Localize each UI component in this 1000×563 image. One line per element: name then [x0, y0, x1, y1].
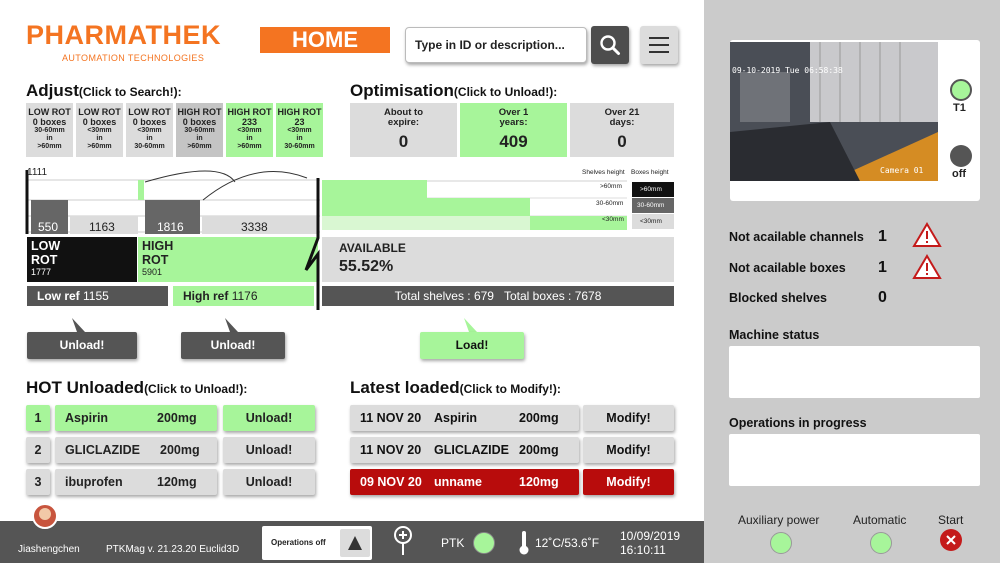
triangle-up-icon — [348, 536, 362, 550]
latest-row-item[interactable]: 11 NOV 20 GLICLAZIDE 200mg — [350, 437, 579, 463]
opt-tile-over-21-days[interactable]: Over 21 days: 0 — [570, 103, 674, 157]
totals-bar: Total shelves : 679 Total boxes : 7678 — [322, 286, 674, 306]
adjust-tile-2[interactable]: LOW ROT 0 boxes <30mm in >60mm — [76, 103, 123, 157]
t1-label: T1 — [953, 102, 966, 114]
low-rot-panel: LOW ROT 1777 — [27, 237, 137, 282]
camera-feed[interactable]: 09-10-2019 Tue 06:58:38 Camera 01 — [730, 42, 938, 181]
not-available-channels-label: Not acailable channels — [729, 230, 864, 244]
camera-name: Camera 01 — [880, 166, 924, 175]
modify-row-button[interactable]: Modify! — [583, 469, 674, 495]
box-height-over60: >60mm — [632, 182, 674, 197]
thermometer-icon — [519, 531, 529, 555]
camera-image — [730, 42, 938, 181]
high-ref-bar: High ref 1176 — [173, 286, 314, 306]
low-ref-bar: Low ref 1155 — [27, 286, 168, 306]
menu-icon — [649, 37, 669, 39]
off-label: off — [952, 168, 967, 180]
automatic-led[interactable] — [870, 532, 892, 554]
high-rot-panel: HIGH ROT 5901 — [138, 237, 318, 282]
close-icon — [946, 535, 956, 545]
not-available-boxes-value: 1 — [878, 259, 887, 276]
box-height-30-60: 30-60mm — [632, 198, 674, 213]
unload-row-button[interactable]: Unload! — [223, 469, 315, 495]
blocked-shelves-label: Blocked shelves — [729, 291, 827, 305]
search-button[interactable] — [591, 26, 629, 64]
adjust-tile-3[interactable]: LOW ROT 0 boxes <30mm in 30-60mm — [126, 103, 173, 157]
optimisation-title: Optimisation(Click to Unload!): — [350, 81, 558, 100]
machine-status-box — [729, 346, 980, 398]
latest-loaded-title: Latest loaded(Click to Modify!): — [350, 378, 561, 397]
off-camera-led[interactable] — [950, 145, 972, 167]
brand-logo: PHARMATHEK — [26, 20, 221, 50]
unload-row-button[interactable]: Unload! — [223, 405, 315, 431]
automatic-label: Automatic — [853, 513, 907, 527]
ptk-status-led — [473, 532, 495, 554]
blocked-shelves-value: 0 — [878, 289, 887, 306]
avatar[interactable] — [32, 503, 58, 529]
unload-high-button[interactable]: Unload! — [181, 332, 285, 359]
available-panel: AVAILABLE 55.52% — [322, 237, 674, 282]
latest-row-item[interactable]: 11 NOV 20 Aspirin 200mg — [350, 405, 579, 431]
shelf-bar-over60-a — [322, 180, 427, 198]
machine-status-label: Machine status — [729, 328, 820, 342]
bar-value-3: 1816 — [157, 220, 184, 234]
search-input[interactable] — [405, 27, 587, 63]
modify-row-button[interactable]: Modify! — [583, 437, 674, 463]
bar-value-2: 1163 — [89, 220, 115, 234]
hot-row-number: 3 — [26, 469, 50, 495]
start-button[interactable] — [940, 529, 962, 551]
modify-row-button[interactable]: Modify! — [583, 405, 674, 431]
date-text: 10/09/2019 — [620, 529, 681, 543]
ptk-label: PTK — [441, 536, 465, 550]
page-title: HOME — [260, 27, 390, 53]
operations-up-button[interactable] — [340, 529, 370, 557]
hot-row-number: 1 — [26, 405, 50, 431]
unload-low-button[interactable]: Unload! — [27, 332, 137, 359]
menu-button[interactable] — [640, 26, 678, 64]
user-name: Jiashengchen — [18, 544, 80, 555]
location-pin-icon[interactable] — [392, 525, 414, 557]
warning-icon[interactable] — [912, 254, 942, 280]
aux-power-label: Auxiliary power — [738, 513, 820, 527]
opt-tile-over-1-year[interactable]: Over 1 years: 409 — [460, 103, 567, 157]
temperature-text: 12˚C/53.6˚F — [535, 536, 600, 550]
version-text: PTKMag v. 21.23.20 Euclid3D — [106, 544, 240, 555]
shelves-chart — [322, 180, 627, 230]
adjust-tile-1[interactable]: LOW ROT 0 boxes 30-60mm in >60mm — [26, 103, 73, 157]
hot-unloaded-title: HOT Unloaded(Click to Unload!): — [26, 378, 248, 397]
hot-row-item[interactable]: ibuprofen 120mg — [55, 469, 217, 495]
operations-in-progress-box — [729, 434, 980, 486]
start-label: Start — [938, 513, 964, 527]
box-height-under30: <30mm — [632, 214, 674, 229]
not-available-boxes-label: Not acailable boxes — [729, 261, 846, 275]
adjust-tile-5[interactable]: HIGH ROT 233 <30mm in >60mm — [226, 103, 273, 157]
bar-value-1: 550 — [38, 220, 59, 234]
aux-power-led[interactable] — [770, 532, 792, 554]
unload-row-button[interactable]: Unload! — [223, 437, 315, 463]
operations-in-progress-label: Operations in progress — [729, 416, 867, 430]
hot-row-number: 2 — [26, 437, 50, 463]
not-available-channels-value: 1 — [878, 228, 887, 245]
bar-value-4: 3338 — [241, 220, 268, 234]
adjust-tile-4[interactable]: HIGH ROT 0 boxes 30-60mm in >60mm — [176, 103, 223, 157]
hot-row-item[interactable]: GLICLAZIDE 200mg — [55, 437, 217, 463]
latest-row-item[interactable]: 09 NOV 20 unname 120mg — [350, 469, 579, 495]
operations-toggle[interactable]: Operations off — [262, 526, 372, 560]
adjust-tile-6[interactable]: HIGH ROT 23 <30mm in 30-60mm — [276, 103, 323, 157]
boxes-height-label: Boxes height — [631, 169, 669, 176]
brand-subtitle: AUTOMATION TECHNOLOGIES — [62, 53, 205, 63]
time-text: 16:10:11 — [620, 543, 666, 557]
t1-camera-led[interactable] — [950, 79, 972, 101]
camera-timestamp: 09-10-2019 Tue 06:58:38 — [732, 66, 843, 75]
shelf-bar-30-60 — [322, 198, 530, 216]
adjust-title: Adjust(Click to Search!): — [26, 81, 182, 100]
shelves-height-label: Shelves height — [582, 169, 625, 176]
load-button[interactable]: Load! — [420, 332, 524, 359]
hot-row-item[interactable]: Aspirin 200mg — [55, 405, 217, 431]
search-icon — [600, 35, 620, 55]
warning-icon[interactable] — [912, 222, 942, 248]
opt-tile-expire[interactable]: About to expire: 0 — [350, 103, 457, 157]
